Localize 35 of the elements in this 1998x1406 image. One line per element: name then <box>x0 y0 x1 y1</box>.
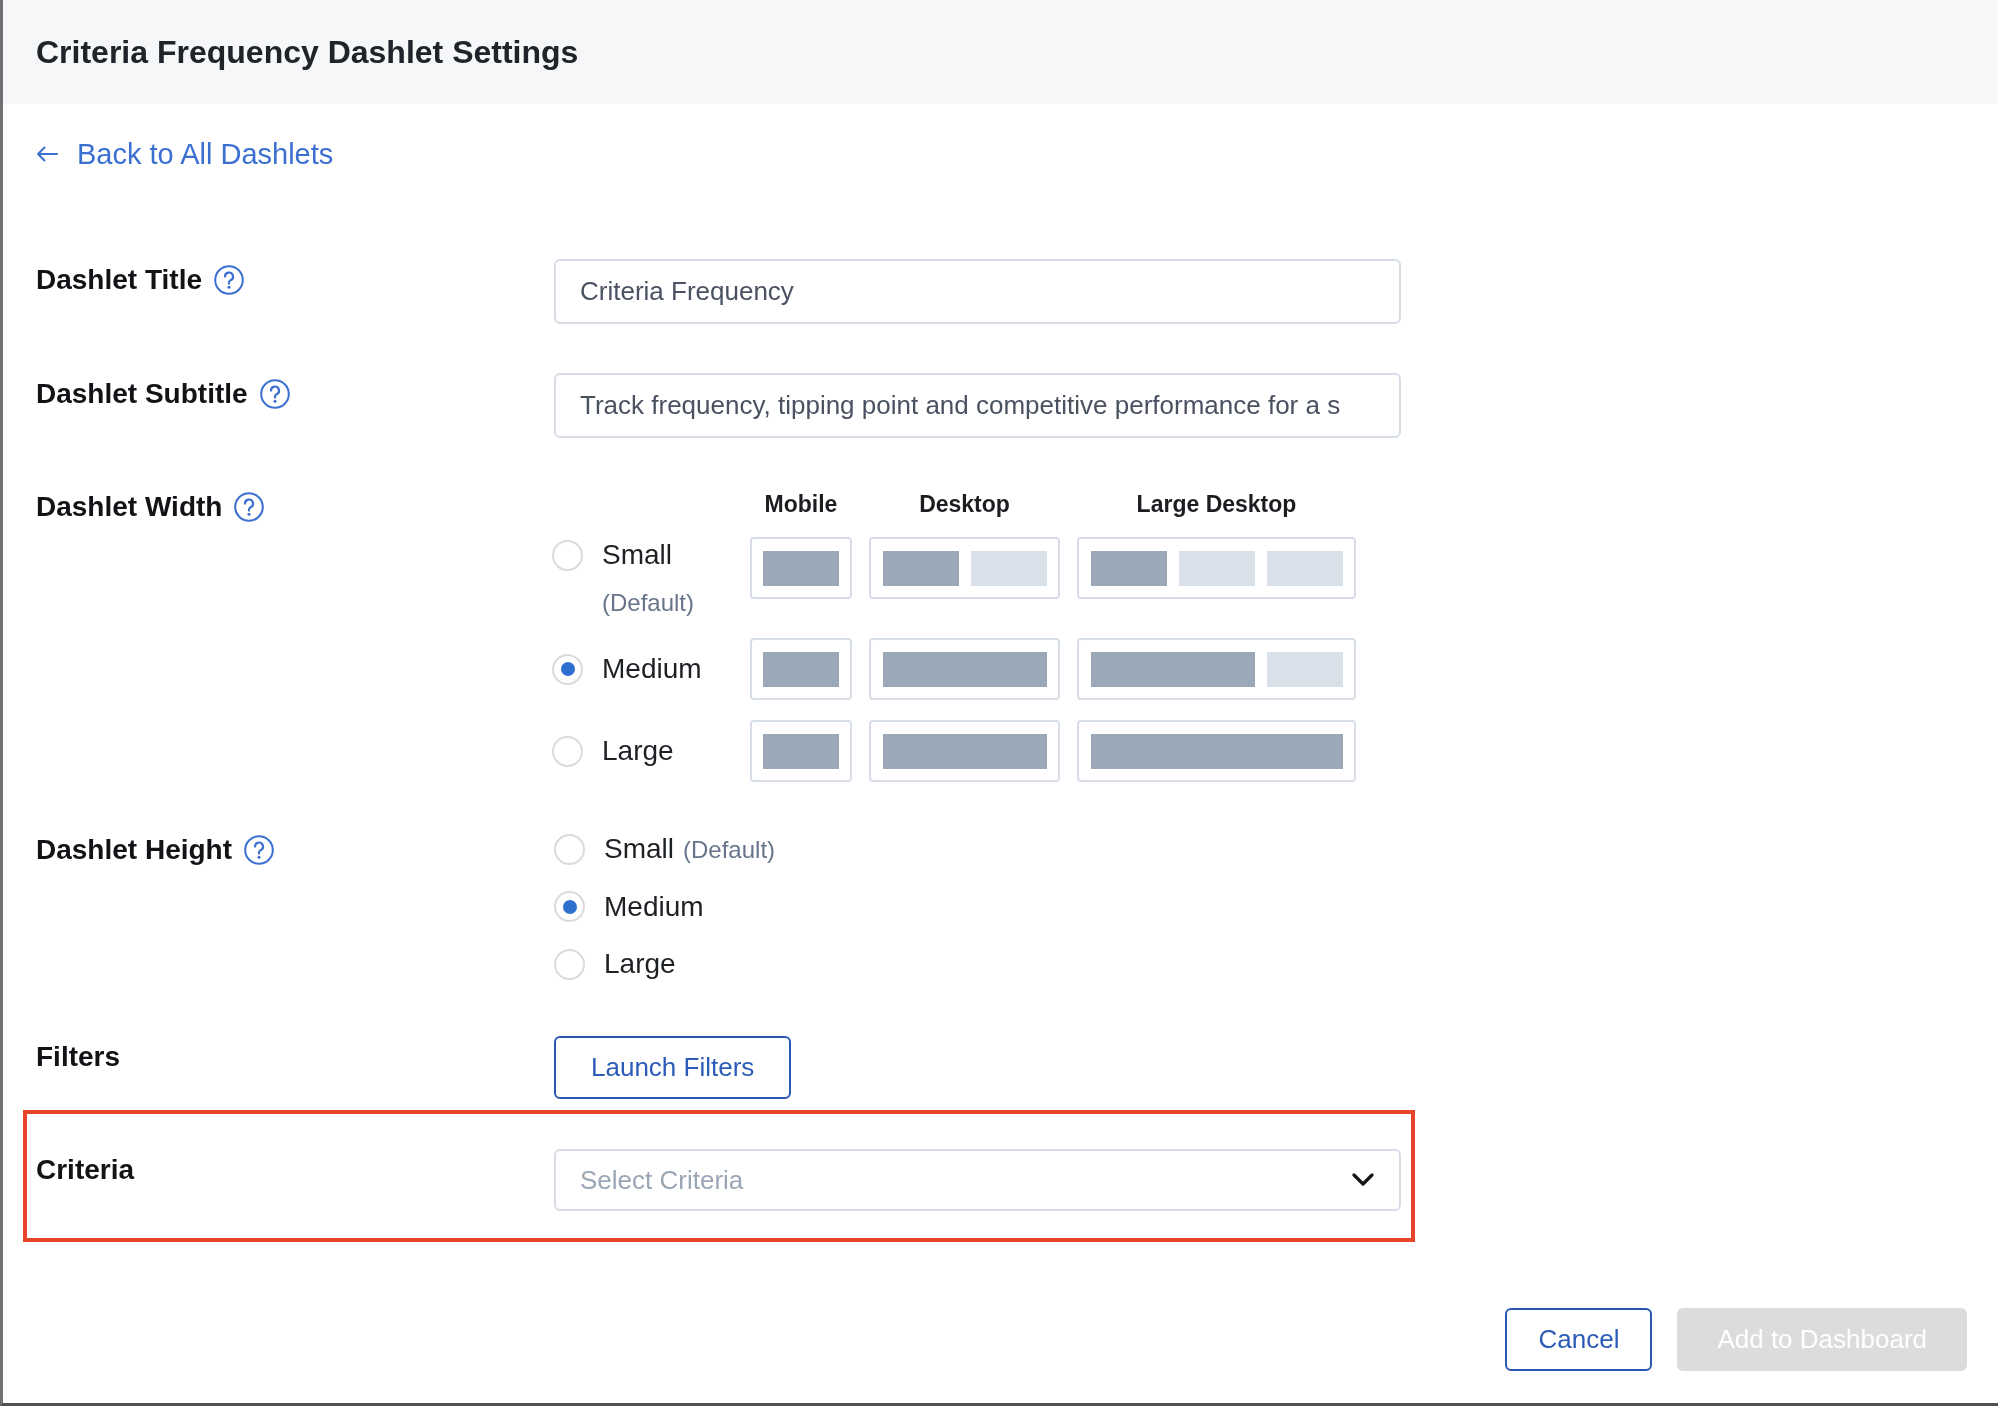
text-input[interactable]: Track frequency, tipping point and competitive performance for a s <box>554 373 1401 438</box>
column-header: Large Desktop <box>1135 491 1298 517</box>
cancel-button[interactable]: Cancel <box>1505 1308 1653 1371</box>
default-note: (Default) <box>683 835 776 865</box>
option-label[interactable]: Small <box>604 829 674 869</box>
radio-button[interactable] <box>554 891 585 922</box>
radio-button[interactable] <box>552 539 583 571</box>
back-link[interactable]: Back to All Dashlets <box>36 137 334 171</box>
field-label: Dashlet Width <box>36 491 223 523</box>
field-label: Filters <box>36 1041 121 1073</box>
field-label: Dashlet Subtitle <box>36 378 248 410</box>
dialog-title: Criteria Frequency Dashlet Settings <box>36 33 579 72</box>
option-label[interactable]: Medium <box>602 651 702 687</box>
help-icon[interactable] <box>214 265 244 295</box>
arrow-left-icon <box>36 146 58 162</box>
help-icon[interactable] <box>244 835 275 865</box>
field-label: Dashlet Title <box>36 264 202 296</box>
option-label[interactable]: Medium <box>604 886 704 927</box>
launch-filters-button[interactable]: Launch Filters <box>554 1036 792 1099</box>
text-input[interactable]: Criteria Frequency <box>554 259 1401 324</box>
field-label: Criteria <box>36 1154 135 1186</box>
help-icon[interactable] <box>234 492 265 522</box>
radio-button[interactable] <box>554 833 585 865</box>
chevron-down-icon <box>1352 1173 1374 1187</box>
option-label[interactable]: Small <box>602 537 672 573</box>
column-header: Desktop <box>918 491 1011 517</box>
option-label[interactable]: Large <box>604 944 676 984</box>
option-label[interactable]: Large <box>602 733 674 769</box>
field-label: Dashlet Height <box>36 834 233 866</box>
radio-button[interactable] <box>552 735 583 767</box>
radio-button[interactable] <box>554 948 585 980</box>
radio-button[interactable] <box>552 653 583 685</box>
default-note: (Default) <box>602 588 695 618</box>
help-icon[interactable] <box>259 379 290 409</box>
column-header: Mobile <box>763 491 839 517</box>
